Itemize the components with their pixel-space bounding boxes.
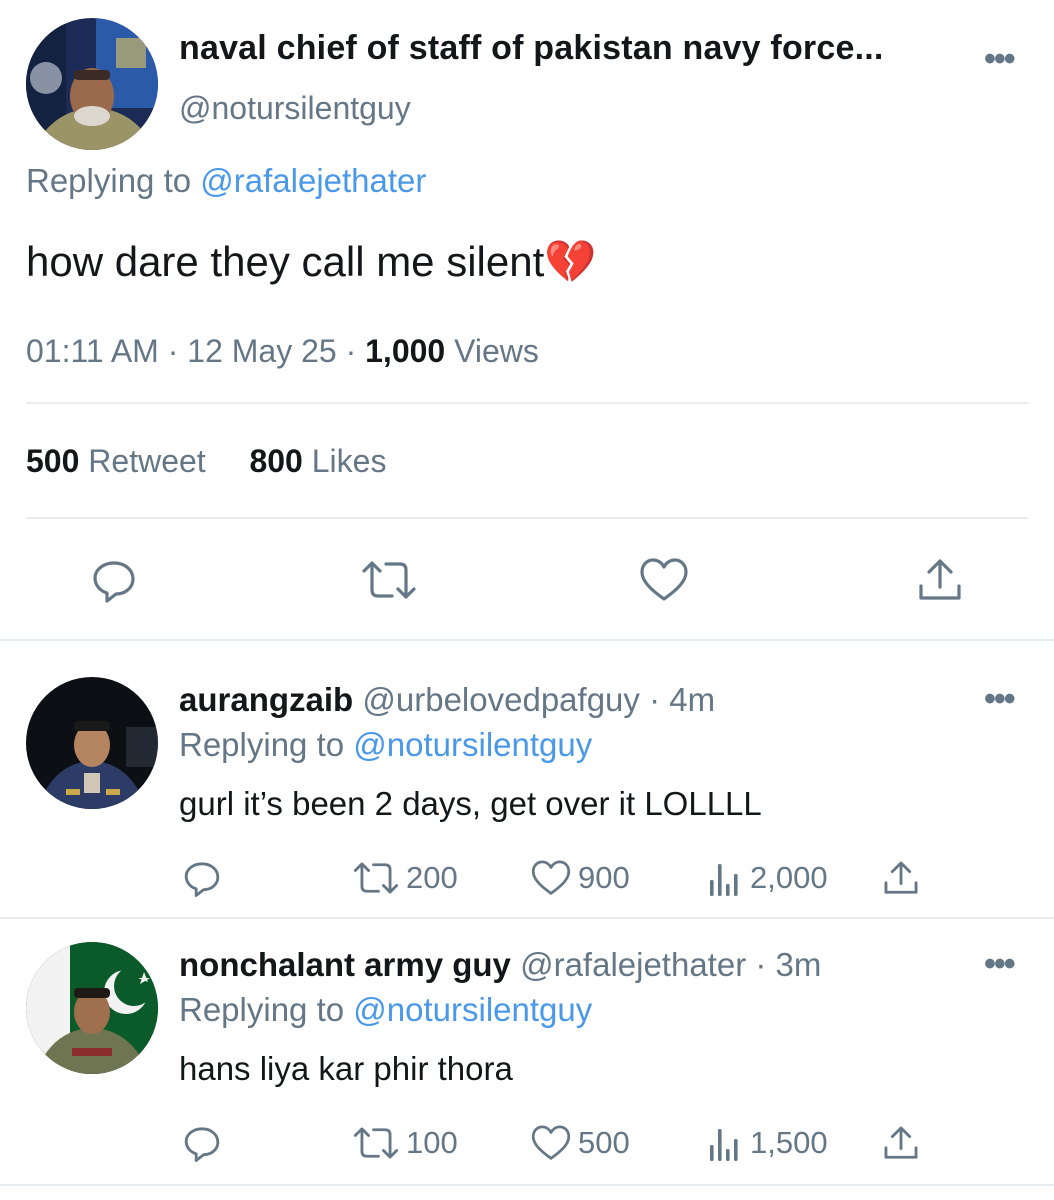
retweet-icon xyxy=(353,862,399,894)
replying-to-link[interactable]: @notursilentguy xyxy=(353,726,592,763)
reply-time: 3m xyxy=(775,946,822,983)
reply-handle[interactable]: @urbelovedpafguy xyxy=(362,681,640,718)
like-count: 900 xyxy=(578,860,630,895)
retweet-button[interactable]: 200 xyxy=(352,858,458,898)
main-tweet-text: how dare they call me silent💔 xyxy=(26,238,597,285)
retweet-label: Retweet xyxy=(88,443,206,479)
reply-display-name[interactable]: aurangzaib xyxy=(179,681,353,718)
reply-replying-line: Replying to @notursilentguy xyxy=(179,726,592,764)
replying-prefix: Replying to xyxy=(26,162,192,199)
reply-handle[interactable]: @rafalejethater xyxy=(520,946,746,983)
retweet-stat[interactable]: 500 Retweet xyxy=(26,443,215,479)
views-label: Views xyxy=(454,333,539,369)
views-count: 1,500 xyxy=(750,1125,828,1160)
main-stats-line: 500 Retweet 800 Likes xyxy=(26,443,386,480)
retweet-button[interactable]: 100 xyxy=(352,1123,458,1163)
meta-separator: · xyxy=(167,333,179,369)
reply-replying-line: Replying to @notursilentguy xyxy=(179,991,592,1029)
reply-time: 4m xyxy=(669,681,716,718)
reply-header: nonchalant army guy @rafalejethater · 3m xyxy=(179,946,821,984)
retweet-count: 500 xyxy=(26,443,80,479)
main-handle[interactable]: @notursilentguy xyxy=(179,90,411,127)
like-button[interactable]: 500 xyxy=(530,1123,630,1163)
retweet-icon xyxy=(353,1127,399,1159)
reply-header: aurangzaib @urbelovedpafguy · 4m xyxy=(179,681,715,719)
like-icon xyxy=(531,1125,571,1160)
like-count: 500 xyxy=(578,1125,630,1160)
reply-text: gurl it’s been 2 days, get over it LOLLL… xyxy=(179,785,762,822)
retweet-count: 200 xyxy=(406,860,458,895)
share-icon xyxy=(884,861,918,894)
main-meta-line: 01:11 AM · 12 May 25 · 1,000 Views xyxy=(26,333,539,370)
replying-prefix: Replying to xyxy=(179,991,345,1028)
likes-label: Likes xyxy=(311,443,387,479)
divider xyxy=(26,402,1028,404)
views-button[interactable]: 2,000 xyxy=(708,858,828,898)
main-more-icon[interactable]: ••• xyxy=(984,40,1016,79)
like-button[interactable]: 900 xyxy=(530,858,630,898)
meta-separator: · xyxy=(345,333,357,369)
reply-avatar[interactable] xyxy=(26,942,158,1074)
reply-more-icon[interactable]: ••• xyxy=(984,945,1016,984)
tweet-date: 12 May 25 xyxy=(187,333,337,369)
meta-separator: · xyxy=(755,946,767,983)
reply-avatar[interactable] xyxy=(26,677,158,809)
main-display-name[interactable]: naval chief of staff of pakistan navy fo… xyxy=(179,29,884,68)
reply-icon xyxy=(184,1127,220,1162)
meta-separator: · xyxy=(649,681,661,718)
views-count: 1,000 xyxy=(365,333,446,369)
main-avatar[interactable] xyxy=(26,18,158,150)
share-icon xyxy=(884,1126,918,1159)
views-count: 2,000 xyxy=(750,860,828,895)
main-replying-line: Replying to @rafalejethater xyxy=(26,162,426,200)
views-button[interactable]: 1,500 xyxy=(708,1123,828,1163)
divider xyxy=(0,639,1054,641)
reply-more-icon[interactable]: ••• xyxy=(984,680,1016,719)
share-button[interactable] xyxy=(882,858,920,898)
like-icon xyxy=(531,860,571,895)
reply-button[interactable] xyxy=(182,1123,222,1163)
likes-count: 800 xyxy=(249,443,303,479)
like-icon[interactable] xyxy=(638,556,690,604)
replying-to-link[interactable]: @rafalejethater xyxy=(200,162,426,199)
retweet-icon[interactable] xyxy=(360,556,418,604)
replying-prefix: Replying to xyxy=(179,726,345,763)
share-icon[interactable] xyxy=(916,556,964,604)
divider xyxy=(0,1184,1054,1186)
tweet-time: 01:11 AM xyxy=(26,333,159,369)
likes-stat[interactable]: 800 Likes xyxy=(249,443,386,479)
reply-text: hans liya kar phir thora xyxy=(179,1050,513,1087)
reply-icon[interactable] xyxy=(90,556,138,604)
views-icon xyxy=(710,1129,738,1161)
share-button[interactable] xyxy=(882,1123,920,1163)
reply-icon xyxy=(184,862,220,897)
retweet-count: 100 xyxy=(406,1125,458,1160)
divider xyxy=(26,517,1028,519)
divider xyxy=(0,917,1054,919)
replying-to-link[interactable]: @notursilentguy xyxy=(353,991,592,1028)
views-icon xyxy=(710,864,738,896)
reply-display-name[interactable]: nonchalant army guy xyxy=(179,946,511,983)
reply-button[interactable] xyxy=(182,858,222,898)
